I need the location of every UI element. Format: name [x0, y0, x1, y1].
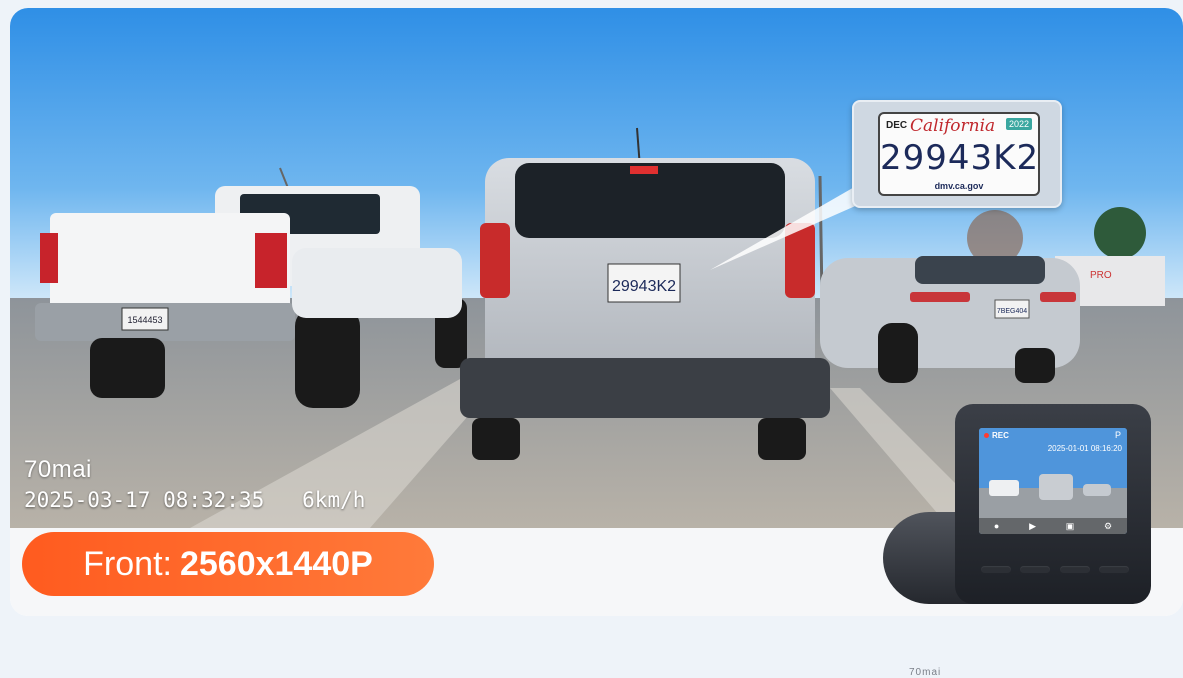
screen-parking-icon: P: [1114, 430, 1121, 440]
resolution-label: Front:: [83, 544, 172, 583]
device-button-1[interactable]: [981, 566, 1011, 573]
device-buttons: [981, 566, 1129, 576]
device-brand-label: 70mai: [909, 667, 942, 678]
plate-website: dmv.ca.gov: [934, 181, 984, 191]
dashcam-screen: REC P 2025-01-01 08:16:20 ● ▶ ▣ ⚙: [979, 428, 1127, 534]
overlay-speed: 6km/h: [302, 488, 366, 512]
device-button-2[interactable]: [1020, 566, 1051, 573]
suv-plate-text: 29943K2: [612, 278, 676, 295]
plate-number: 29943K2: [880, 138, 1040, 178]
license-plate-closeup: DEC California 2022 29943K2 dmv.ca.gov: [878, 112, 1040, 196]
device-button-4[interactable]: [1098, 566, 1129, 573]
pickup-plate-text: 1544453: [127, 315, 162, 325]
overlay-timestamp-line: 2025-03-17 08:32:35 6km/h: [24, 488, 365, 512]
silver-suv: 29943K2: [460, 158, 830, 460]
mic-icon[interactable]: ●: [994, 521, 999, 531]
settings-icon[interactable]: ⚙: [1104, 521, 1112, 532]
resolution-value: 2560x1440P: [179, 544, 373, 583]
dashcam-device: 70mai REC P 2025-01-01 08:16:20 ● ▶ ▣ ⚙: [883, 400, 1183, 678]
plate-year-sticker: 2022: [1005, 118, 1032, 130]
plate-month: DEC: [886, 120, 908, 131]
screen-toolbar: ● ▶ ▣ ⚙: [979, 518, 1127, 534]
screen-timestamp: 2025-01-01 08:16:20: [1047, 444, 1122, 453]
resolution-badge: Front: 2560x1440P: [22, 532, 434, 596]
overlay-brand-watermark: 70mai: [24, 456, 92, 483]
plate-zoom-inset: DEC California 2022 29943K2 dmv.ca.gov: [852, 100, 1062, 208]
play-icon[interactable]: ▶: [1029, 521, 1036, 532]
gallery-icon[interactable]: ▣: [1066, 521, 1075, 532]
svg-text:PRO: PRO: [1090, 270, 1112, 281]
silver-sedan: 7BEG404: [820, 256, 1080, 383]
sedan-plate-text: 7BEG404: [997, 308, 1027, 315]
device-button-3[interactable]: [1059, 566, 1090, 573]
plate-state: California: [910, 116, 996, 136]
screen-rec-indicator: REC: [984, 431, 1009, 440]
overlay-timestamp: 2025-03-17 08:32:35: [24, 488, 265, 512]
